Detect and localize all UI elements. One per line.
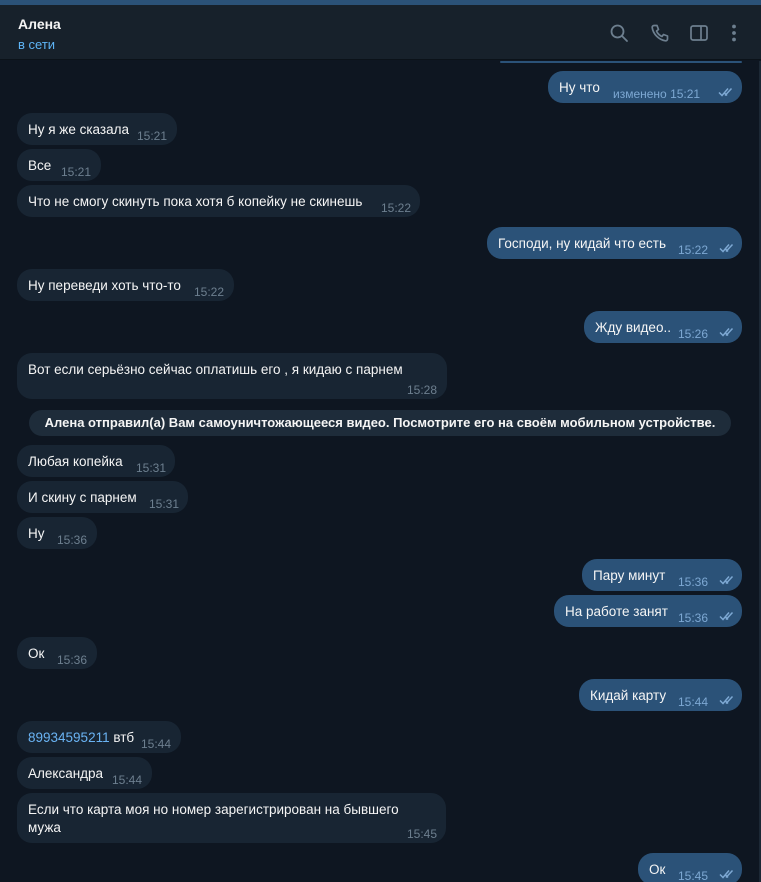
message-incoming[interactable]: Ок 15:36 [17,637,97,669]
message-time: изменено 15:21 [613,87,701,101]
message-incoming[interactable]: 89934595211 втб 15:44 [17,721,181,753]
message-text: Пару минут [593,568,666,583]
message-text-suffix: втб [109,730,135,745]
message-text: Ну что [559,80,600,95]
contact-name[interactable]: Алена [18,16,61,32]
message-list[interactable]: Ну что изменено 15:21 Ну я же сказала 15… [0,61,761,882]
message-time: 15:31 [149,497,180,511]
message-time: 15:22 [381,201,412,215]
message-incoming[interactable]: Ну 15:36 [17,517,97,549]
message-outgoing[interactable]: Пару минут 15:36 [582,559,742,591]
read-receipt-icon [719,575,737,585]
message-incoming[interactable]: Ну я же сказала 15:21 [17,113,177,145]
message-incoming[interactable]: Любая копейка 15:31 [17,445,175,477]
message-text: На работе занят [565,604,668,619]
search-icon[interactable] [608,22,630,44]
message-time: 15:26 [678,327,709,341]
message-time: 15:21 [61,165,92,179]
message-outgoing[interactable]: Кидай карту 15:44 [579,679,742,711]
read-receipt-icon [719,611,737,621]
message-text: Ну переведи хоть что-то [28,278,181,293]
message-text: Ну [28,526,45,541]
message-outgoing[interactable]: Жду видео.. 15:26 [584,311,742,343]
previous-message-edge [500,61,742,63]
message-outgoing[interactable]: На работе занят 15:36 [554,595,742,627]
message-time: 15:31 [136,461,167,475]
message-text: Ну я же сказала [28,122,129,137]
message-time: 15:36 [57,533,88,547]
message-text: Господи, ну кидай что есть [498,236,666,251]
message-time: 15:44 [141,737,172,751]
read-receipt-icon [719,869,737,879]
message-time: 15:36 [678,611,709,625]
phone-number-link[interactable]: 89934595211 [28,730,110,745]
message-text-line-2: мужа [28,820,61,835]
message-time: 15:45 [678,869,709,882]
message-time: 15:21 [137,129,168,143]
service-message: Алена отправил(а) Вам самоуничтожающееся… [29,410,731,436]
message-text: Александра [28,766,104,781]
message-time: 15:36 [678,575,709,589]
read-receipt-icon [719,695,737,705]
message-text: Ок [28,646,45,661]
message-outgoing[interactable]: Господи, ну кидай что есть 15:22 [487,227,742,259]
message-text: Любая копейка [28,454,123,469]
message-text: И скину с парнем [28,490,137,505]
message-incoming[interactable]: Вот если серьёзно сейчас оплатишь его , … [17,353,447,399]
message-incoming[interactable]: Что не смогу скинуть пока хотя б копейку… [17,185,420,217]
contact-status: в сети [18,37,56,52]
more-vertical-icon[interactable] [723,22,745,44]
phone-icon[interactable] [649,22,671,44]
message-text: Все [28,158,52,173]
sidebar-toggle-icon[interactable] [688,22,710,44]
message-text: Кидай карту [590,688,667,703]
message-time: 15:22 [678,243,709,257]
message-time: 15:44 [678,695,709,709]
message-incoming[interactable]: И скину с парнем 15:31 [17,481,188,513]
message-time: 15:36 [57,653,88,667]
read-receipt-icon [718,87,736,97]
message-incoming[interactable]: Если что карта моя но номер зарегистриро… [17,793,446,843]
message-incoming[interactable]: Ну переведи хоть что-то 15:22 [17,269,234,301]
message-text: Ок [649,862,666,877]
message-incoming[interactable]: Все 15:21 [17,149,101,181]
message-text-line-1: Если что карта моя но номер зарегистриро… [28,802,399,817]
message-time: 15:28 [407,383,438,397]
message-outgoing[interactable]: Ну что изменено 15:21 [548,71,742,103]
message-text: 89934595211 втб [28,729,134,747]
message-time: 15:45 [407,827,438,841]
message-text: Жду видео.. [595,320,671,335]
read-receipt-icon [719,327,737,337]
message-time: 15:44 [112,773,143,787]
message-outgoing[interactable]: Ок 15:45 [638,853,742,882]
chat-header: Алена в сети [0,5,761,60]
message-time: 15:22 [194,285,225,299]
read-receipt-icon [719,243,737,253]
message-text: Вот если серьёзно сейчас оплатишь его , … [28,362,403,377]
message-text: Что не смогу скинуть пока хотя б копейку… [28,194,363,209]
message-incoming[interactable]: Александра 15:44 [17,757,152,789]
